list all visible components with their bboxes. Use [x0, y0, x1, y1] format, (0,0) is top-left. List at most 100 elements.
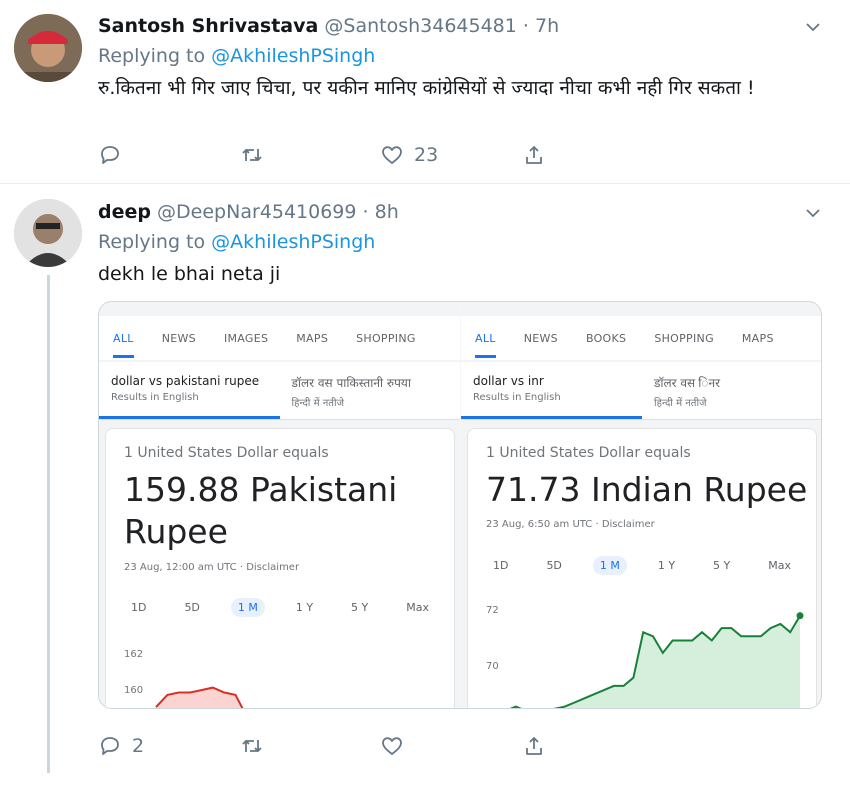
inr-chart — [509, 612, 804, 708]
user-handle[interactable]: @Santosh34645481 — [324, 15, 516, 37]
user-handle[interactable]: @DeepNar45410699 — [157, 201, 356, 223]
replying-to: Replying to @AkhileshPSingh — [98, 45, 375, 67]
range-max: Max — [406, 600, 429, 614]
query-hindi: डॉलर वस पाकिस्तानी रुपया हिन्दी में नतीज… — [280, 362, 461, 419]
tab-maps: MAPS — [741, 331, 774, 345]
query-hindi: डॉलर वस िनर हिन्दी में नतीजे — [642, 362, 821, 419]
timestamp-disclaimer: 23 Aug, 12:00 am UTC · Disclaimer — [124, 562, 300, 573]
retweet-button[interactable] — [240, 142, 274, 168]
display-name[interactable]: Santosh Shrivastava — [98, 15, 318, 37]
tab-news: NEWS — [523, 331, 558, 345]
retweet-icon — [242, 149, 262, 161]
range-5y: 5 Y — [351, 600, 369, 614]
reply-icon — [101, 146, 119, 164]
tab-all: ALL — [475, 332, 496, 358]
converted-value: 159.88 Pakistani Rupee — [124, 469, 397, 553]
heart-icon — [382, 146, 402, 164]
tweet-actions: 23 — [98, 142, 558, 168]
tweet-actions: 2 — [98, 733, 558, 759]
replying-to-label: Replying to — [98, 45, 212, 67]
converted-value: 71.73 Indian Rupee — [486, 469, 807, 511]
query-main: dollar vs inr — [473, 374, 544, 388]
search-tabs: ALL NEWS BOOKS SHOPPING MAPS — [461, 316, 821, 360]
chevron-down-icon[interactable] — [806, 206, 820, 220]
pkr-chart — [155, 686, 244, 708]
timestamp[interactable]: 7h — [535, 15, 559, 37]
y-tick: 160 — [124, 685, 144, 696]
heart-icon — [382, 737, 402, 755]
retweet-icon — [242, 740, 262, 752]
range-max: Max — [768, 558, 791, 572]
tab-shopping: SHOPPING — [356, 331, 416, 345]
tweet[interactable]: deep @DeepNar45410699 · 8h Replying to @… — [0, 185, 850, 789]
tweet-text: dekh le bhai neta ji — [98, 263, 281, 285]
range-1y: 1 Y — [657, 558, 676, 572]
tab-shopping: SHOPPING — [654, 331, 714, 345]
share-button[interactable] — [522, 733, 546, 759]
retweet-button[interactable] — [240, 733, 274, 759]
display-name[interactable]: deep — [98, 201, 151, 223]
inr-series-last-point — [796, 612, 804, 620]
search-tabs: ALL NEWS IMAGES MAPS SHOPPING — [99, 316, 460, 360]
range-5y: 5 Y — [713, 558, 731, 572]
reply-button[interactable]: 2 — [98, 733, 144, 759]
tab-images: IMAGES — [223, 331, 269, 345]
separator: · — [362, 201, 369, 223]
range-5d: 5D — [546, 558, 562, 572]
range-1y: 1 Y — [295, 600, 314, 614]
reply-button[interactable] — [98, 142, 132, 168]
currency-card: 1 United States Dollar equals 71.73 Indi… — [467, 428, 817, 708]
like-button[interactable] — [380, 733, 414, 759]
tweet[interactable]: Santosh Shrivastava @Santosh34645481 · 7… — [0, 0, 850, 184]
replying-to-link[interactable]: @AkhileshPSingh — [211, 45, 375, 67]
share-button[interactable] — [522, 142, 546, 168]
equals-label: 1 United States Dollar equals — [124, 445, 329, 461]
query-row: dollar vs pakistani rupee Results in Eng… — [99, 362, 460, 420]
tweet-text: रु.कितना भी गिर जाए चिचा, पर यकीन मानिए … — [98, 77, 755, 99]
converted-value-line1: 159.88 Pakistani — [124, 470, 398, 509]
chevron-down-icon[interactable] — [806, 20, 820, 34]
tab-all: ALL — [113, 332, 134, 358]
converted-value-line2: Rupee — [124, 512, 228, 551]
equals-label: 1 United States Dollar equals — [486, 445, 691, 461]
tweet-image[interactable]: ALL NEWS IMAGES MAPS SHOPPING dollar vs … — [98, 301, 822, 709]
range-1m: 1 M — [592, 555, 627, 575]
share-icon — [526, 737, 542, 755]
query-alt-sub: हिन्दी में नतीजे — [291, 398, 345, 409]
tab-books: BOOKS — [585, 331, 627, 345]
y-tick: 162 — [124, 649, 144, 660]
timestamp-disclaimer: 23 Aug, 6:50 am UTC · Disclaimer — [486, 519, 655, 530]
range-5d: 5D — [184, 600, 200, 614]
tab-news: NEWS — [161, 331, 196, 345]
query-english: dollar vs pakistani rupee Results in Eng… — [99, 362, 280, 419]
y-tick: 72 — [486, 605, 499, 616]
tweet-header: deep @DeepNar45410699 · 8h — [98, 201, 399, 223]
range-1d: 1D — [493, 558, 509, 572]
screenshot-inr: ALL NEWS BOOKS SHOPPING MAPS dollar vs i… — [461, 302, 821, 708]
converted-value-line1: 71.73 Indian Rupee — [486, 470, 808, 509]
y-tick: 70 — [486, 661, 499, 672]
replying-to-link[interactable]: @AkhileshPSingh — [211, 231, 375, 253]
query-alt-main: डॉलर वस िनर — [654, 376, 721, 390]
like-button[interactable]: 23 — [380, 142, 438, 168]
replying-to: Replying to @AkhileshPSingh — [98, 231, 375, 253]
like-count: 23 — [414, 144, 439, 166]
range-1d: 1D — [131, 600, 147, 614]
currency-card: 1 United States Dollar equals 159.88 Pak… — [105, 428, 455, 708]
timestamp[interactable]: 8h — [375, 201, 399, 223]
inr-series-area — [512, 615, 800, 708]
avatar[interactable] — [14, 199, 82, 267]
range-selector: 1D 5D 1 M 1 Y 5 Y Max — [486, 553, 798, 577]
avatar[interactable] — [14, 14, 82, 82]
query-row: dollar vs inr Results in English डॉलर वस… — [461, 362, 821, 420]
tab-maps: MAPS — [296, 331, 329, 345]
query-english: dollar vs inr Results in English — [461, 362, 642, 419]
range-selector: 1D 5D 1 M 1 Y 5 Y Max — [124, 595, 436, 619]
separator: · — [522, 15, 529, 37]
reply-icon — [101, 737, 119, 755]
share-icon — [526, 146, 542, 164]
tweet-header: Santosh Shrivastava @Santosh34645481 · 7… — [98, 15, 559, 37]
reply-count: 2 — [132, 735, 145, 757]
query-sub: Results in English — [473, 392, 561, 403]
query-alt-sub: हिन्दी में नतीजे — [654, 398, 707, 409]
